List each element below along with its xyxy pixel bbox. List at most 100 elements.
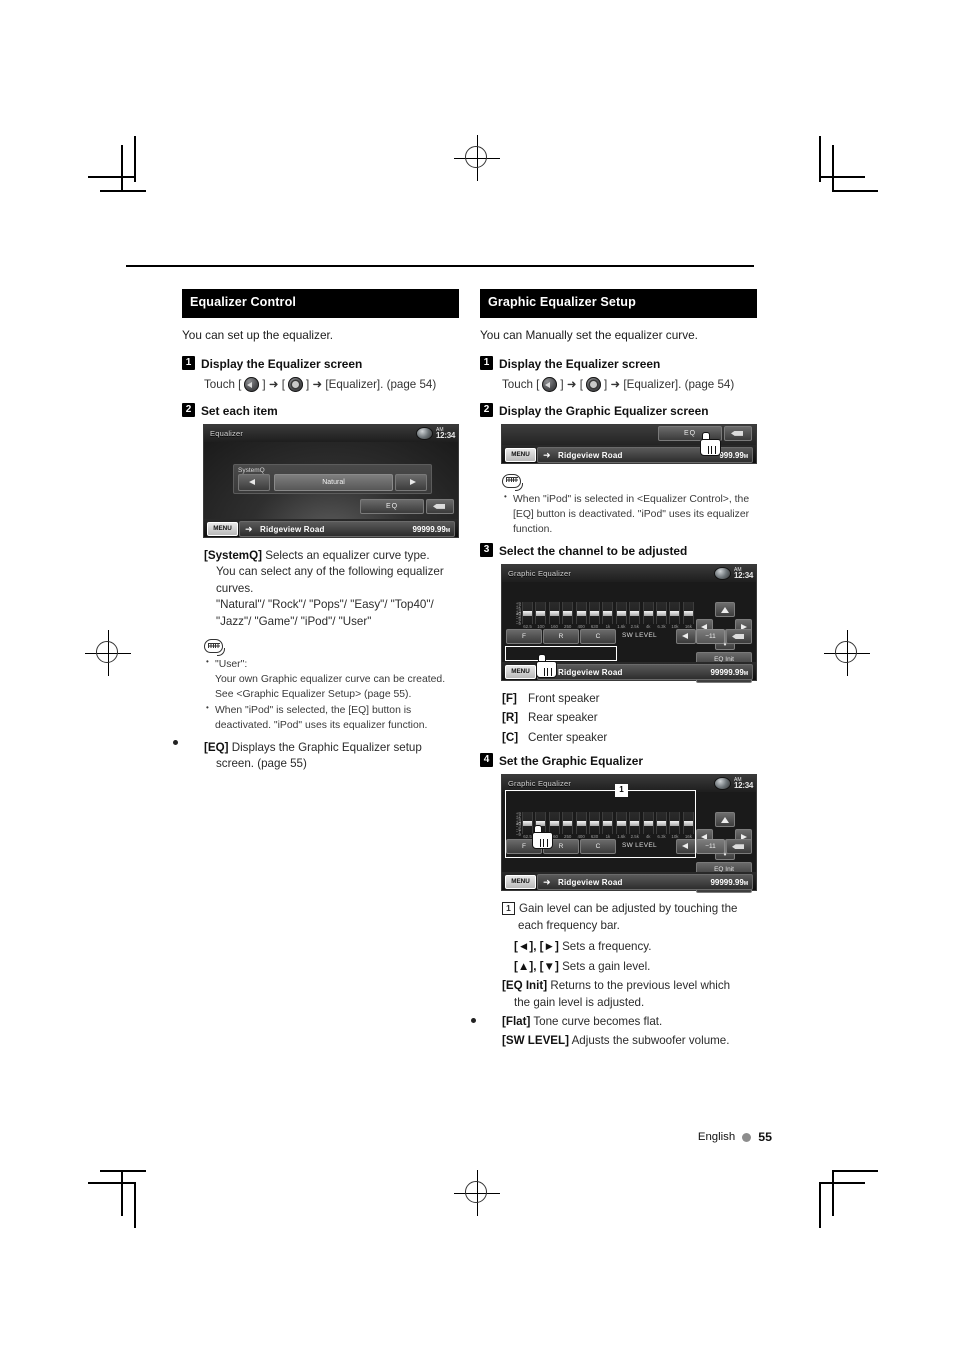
note-line2: deactivated. "iPod" uses its equalizer f… <box>215 720 428 732</box>
clock-display: AM 12:34 <box>734 567 753 580</box>
frequency-bar[interactable] <box>629 602 641 625</box>
section-heading-equalizer-control: Equalizer Control <box>182 289 459 318</box>
systemq-prev-button[interactable] <box>238 473 270 491</box>
systemq-desc: Selects an equalizer curve type. <box>265 548 430 562</box>
screen-statusbar: MENU ➜ Ridgeview Road 99999.99M <box>204 518 458 537</box>
eq-definition: [EQ] Displays the Graphic Equalizer setu… <box>204 740 459 773</box>
channel-front-button[interactable]: F <box>506 629 542 645</box>
channel-desc: Rear speaker <box>528 711 598 725</box>
step-title: Set each item <box>201 403 278 418</box>
crop-mark-bottom-left <box>88 1160 180 1240</box>
gain-up-button[interactable] <box>715 602 735 618</box>
eq-key: [EQ] <box>204 740 229 754</box>
touch-mid: ] ➜ [ <box>560 377 583 391</box>
key-label: [◄], [►] <box>514 940 559 954</box>
track-distance: 99999.99M <box>710 668 748 678</box>
screen-title: Graphic Equalizer <box>508 779 572 789</box>
step-number: 1 <box>480 355 493 370</box>
note-line1: When "iPod" is selected in <Equalizer Co… <box>513 493 750 505</box>
gain-label: −9 <box>515 621 521 627</box>
channel-key: [C] <box>502 730 519 744</box>
frequency-bar[interactable] <box>562 602 574 625</box>
channel-center-button[interactable]: C <box>580 629 616 645</box>
key-row-frequency: [◄], [►] Sets a frequency. <box>514 939 757 955</box>
note-item: "User": Your own Graphic equalizer curve… <box>206 656 459 702</box>
frequency-bar[interactable] <box>535 602 547 625</box>
gain-up-button[interactable] <box>715 812 735 828</box>
track-name: Ridgeview Road <box>558 668 623 678</box>
key-row-sw-level: [SW LEVEL] Adjusts the subwoofer volume. <box>502 1033 757 1049</box>
callout-marker-1: 1 <box>615 784 628 798</box>
back-arrow-icon <box>244 377 260 393</box>
systemq-key: [SystemQ] <box>204 548 262 562</box>
step-3-right: 3 Select the channel to be adjusted <box>480 543 757 560</box>
note-line3: See <Graphic Equalizer Setup> (page 55). <box>215 689 412 701</box>
systemq-line4: "Natural"/ "Rock"/ "Pops"/ "Easy"/ "Top4… <box>216 598 434 612</box>
frequency-bar[interactable] <box>656 602 668 625</box>
touch-mid: ] ➜ [ <box>262 377 285 391</box>
channel-row-r: [R] Rear speaker <box>502 710 757 726</box>
frequency-bar[interactable] <box>602 602 614 625</box>
frequency-bar[interactable] <box>682 602 694 625</box>
key-row-gain: [▲], [▼] Sets a gain level. <box>514 959 757 975</box>
menu-button[interactable]: MENU <box>505 875 536 890</box>
track-info-bar[interactable]: ➜ Ridgeview Road 99999.99M <box>537 874 753 891</box>
return-button[interactable] <box>726 629 752 645</box>
frequency-bar[interactable] <box>589 602 601 625</box>
track-name: Ridgeview Road <box>558 450 623 460</box>
frequency-bars[interactable] <box>522 602 694 625</box>
track-name: Ridgeview Road <box>260 524 325 534</box>
note-line1: "User": <box>215 659 248 671</box>
key-label: [SW LEVEL] <box>502 1034 569 1048</box>
systemq-line5: "Jazz"/ "Game"/ "iPod"/ "User" <box>216 614 372 628</box>
track-info-bar[interactable]: ➜ Ridgeview Road 99999.99M <box>537 664 753 681</box>
audio-control-icon <box>586 377 601 393</box>
menu-button[interactable]: MENU <box>505 665 536 680</box>
frequency-bar[interactable] <box>615 602 627 625</box>
crop-mark-bottom-right <box>808 1160 888 1240</box>
gain-note-line1: Gain level can be adjusted by touching t… <box>519 902 738 916</box>
registration-mark-left <box>85 630 131 676</box>
systemq-next-button[interactable] <box>395 473 427 491</box>
hand-pointer-icon <box>536 654 557 679</box>
clock-time: 12:34 <box>734 781 753 791</box>
return-button[interactable] <box>724 425 752 441</box>
channel-desc: Center speaker <box>528 730 608 744</box>
note-line1: When "iPod" is selected, the [EQ] button… <box>215 705 412 717</box>
systemq-value: Natural <box>274 473 393 491</box>
screen-body: SystemQ Natural EQ <box>204 441 458 519</box>
clock-display: AM 12:34 <box>436 427 455 440</box>
channel-rear-button[interactable]: R <box>543 629 579 645</box>
track-name: Ridgeview Road <box>558 878 623 888</box>
frequency-bar[interactable] <box>522 602 533 625</box>
page-footer: English 55 <box>698 1130 772 1144</box>
touch-path-left: Touch [] ➜ [] ➜ [Equalizer]. (page 54) <box>204 377 459 393</box>
frequency-bar[interactable] <box>642 602 654 625</box>
menu-button[interactable]: MENU <box>505 447 536 462</box>
step-number: 2 <box>182 402 195 417</box>
clock-time: 12:34 <box>436 430 455 440</box>
systemq-definition: [SystemQ] Selects an equalizer curve typ… <box>204 548 459 630</box>
eq-button-screen-image: EQ MENU ➜ Ridgeview Road 999.99M <box>501 423 757 464</box>
eq-button[interactable]: EQ <box>360 498 424 514</box>
step-number: 2 <box>480 402 493 417</box>
column-end-dot-left <box>173 740 178 745</box>
touch-prefix: Touch [ <box>502 377 540 391</box>
hand-pointer-icon <box>532 825 553 850</box>
return-button[interactable] <box>726 839 752 855</box>
systemq-line2: You can select any of the following equa… <box>216 565 444 579</box>
step-title: Set the Graphic Equalizer <box>499 754 644 769</box>
sw-level-decrease-button[interactable] <box>676 629 696 645</box>
key-label: [EQ Init] <box>502 979 548 993</box>
menu-button[interactable]: MENU <box>207 521 238 536</box>
step-2-right: 2 Display the Graphic Equalizer screen <box>480 402 757 420</box>
column-equalizer-control: Equalizer Control You can set up the equ… <box>182 289 459 774</box>
eq-desc: Displays the Graphic Equalizer setup <box>231 740 422 754</box>
step-title: Select the channel to be adjusted <box>499 544 688 559</box>
frequency-bar[interactable] <box>669 602 681 625</box>
back-arrow-icon <box>542 377 558 393</box>
return-button[interactable] <box>426 498 454 514</box>
frequency-bar[interactable] <box>575 602 587 625</box>
frequency-bar[interactable] <box>548 602 560 625</box>
track-info-bar[interactable]: ➜ Ridgeview Road 99999.99M <box>239 520 455 537</box>
